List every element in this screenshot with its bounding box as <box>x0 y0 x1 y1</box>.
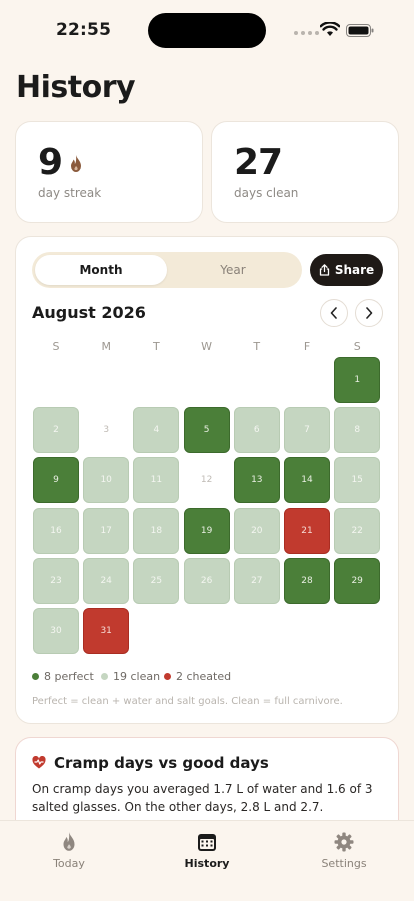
calendar-day[interactable]: 20 <box>233 507 280 554</box>
calendar-day[interactable]: 28 <box>284 557 330 604</box>
cramp-body: On cramp days you averaged 1.7 L of wate… <box>32 782 373 814</box>
calendar-day[interactable]: 1 <box>334 357 381 403</box>
status-bar: 22:55 <box>0 0 414 62</box>
battery-icon <box>346 24 374 37</box>
calendar-day[interactable]: 17 <box>83 507 130 554</box>
legend-cheated: 2 cheated <box>164 670 231 683</box>
tab-settings-label: Settings <box>321 857 367 870</box>
legend-perfect-label: 8 perfect <box>44 670 94 683</box>
calendar-day[interactable]: 29 <box>334 557 381 604</box>
calendar-day[interactable]: 11 <box>133 457 180 504</box>
calendar-day[interactable]: 21 <box>284 507 330 554</box>
next-month-button[interactable] <box>355 299 383 327</box>
calendar-day[interactable]: 5 <box>183 407 230 454</box>
calendar-day[interactable]: 24 <box>83 557 130 604</box>
weekday-label: T <box>153 340 160 353</box>
calendar-day[interactable]: 2 <box>33 407 79 454</box>
legend-perfect: 8 perfect <box>32 670 94 683</box>
dynamic-island <box>148 13 266 48</box>
flame-icon <box>63 832 75 851</box>
weekday-label: S <box>52 340 60 353</box>
calendar-day[interactable]: 8 <box>334 407 381 454</box>
calendar-day[interactable]: 19 <box>183 507 230 554</box>
calendar-day[interactable]: 18 <box>133 507 180 554</box>
calendar-day[interactable]: 25 <box>133 557 180 604</box>
tab-month[interactable]: Month <box>35 255 167 285</box>
tab-today-label: Today <box>53 857 85 870</box>
tab-bar: Today History Settings <box>0 820 414 901</box>
calendar-day[interactable]: 3 <box>83 407 129 453</box>
calendar-day[interactable]: 4 <box>133 407 180 454</box>
tab-history[interactable]: History <box>162 829 252 870</box>
signal-dots-icon <box>294 31 319 35</box>
flame-icon <box>71 155 81 172</box>
calendar-day[interactable]: 26 <box>183 557 230 604</box>
streak-label: day streak <box>38 186 102 200</box>
calendar-day[interactable]: 6 <box>233 407 280 454</box>
tab-today[interactable]: Today <box>24 829 114 870</box>
calendar-day[interactable]: 12 <box>184 457 230 503</box>
heart-pulse-icon <box>32 756 46 769</box>
gear-icon <box>334 832 354 852</box>
legend-clean-label: 19 clean <box>113 670 161 683</box>
wifi-icon <box>320 22 340 36</box>
calendar-day[interactable]: 13 <box>233 457 280 504</box>
calendar-day[interactable]: 22 <box>334 507 381 554</box>
weekday-label: S <box>353 340 361 353</box>
tab-year[interactable]: Year <box>167 255 299 285</box>
calendar-footnote: Perfect = clean + water and salt goals. … <box>32 696 343 707</box>
calendar-day[interactable]: 16 <box>33 507 79 554</box>
share-button[interactable]: Share <box>310 254 383 286</box>
calendar-day[interactable]: 15 <box>334 457 381 504</box>
legend-perfect-dot <box>32 673 39 680</box>
days-clean-value: 27 <box>234 142 283 183</box>
share-label: Share <box>334 263 375 277</box>
calendar-day[interactable]: 23 <box>33 557 79 604</box>
calendar-day[interactable]: 31 <box>83 608 130 654</box>
legend-clean: 19 clean <box>101 670 160 683</box>
tab-history-label: History <box>184 857 230 870</box>
calendar-day[interactable]: 9 <box>33 457 79 504</box>
chevron-left-icon <box>330 307 337 319</box>
page-title: History <box>16 70 136 105</box>
legend-cheated-label: 2 cheated <box>176 670 232 683</box>
tab-settings[interactable]: Settings <box>299 829 389 870</box>
weekday-label: T <box>253 340 261 353</box>
chevron-right-icon <box>366 307 373 319</box>
calendar-day[interactable]: 10 <box>83 457 130 504</box>
legend-clean-dot <box>101 673 108 680</box>
legend-cheated-dot <box>164 673 171 680</box>
share-icon <box>319 264 329 276</box>
cramp-title: Cramp days vs good days <box>54 754 269 772</box>
days-clean-card: 27 days clean <box>211 121 399 223</box>
month-label: August 2026 <box>32 303 146 322</box>
calendar-day[interactable]: 7 <box>284 407 330 454</box>
weekday-label: F <box>303 340 311 353</box>
calendar-day[interactable]: 30 <box>33 608 79 654</box>
calendar-day[interactable]: 14 <box>284 457 330 504</box>
weekday-label: W <box>201 340 213 353</box>
streak-card: 9 day streak <box>15 121 203 223</box>
calendar-icon <box>198 834 216 851</box>
streak-value: 9 <box>38 142 63 183</box>
weekday-label: M <box>101 340 111 353</box>
period-segmented-control: Month Year <box>32 252 302 288</box>
days-clean-label: days clean <box>234 186 299 200</box>
prev-month-button[interactable] <box>320 299 348 327</box>
calendar-day[interactable]: 27 <box>233 557 280 604</box>
status-time: 22:55 <box>56 20 112 40</box>
